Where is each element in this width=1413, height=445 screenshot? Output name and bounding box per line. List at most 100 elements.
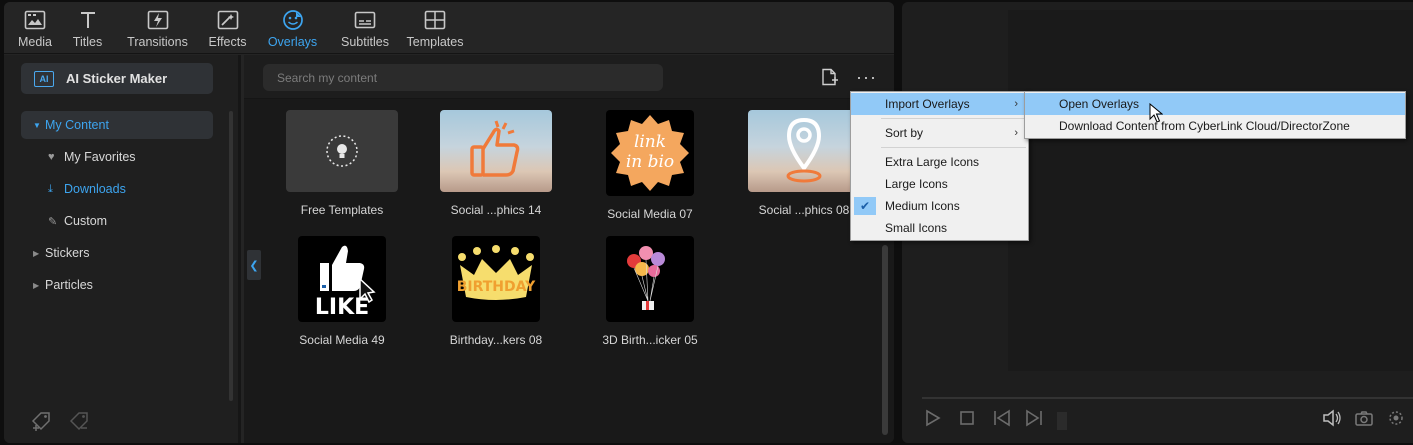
checkmark-icon: ✔ [854,197,876,215]
library-panel: Media Titles Transitions Effects Overlay… [4,2,894,443]
crown-icon: BIRTHDAY [457,245,536,300]
library-item[interactable]: Social ...phics 14 [431,110,561,217]
tab-subtitles[interactable]: Subtitles [330,2,400,54]
transitions-icon [146,8,170,32]
room-tabs: Media Titles Transitions Effects Overlay… [4,2,894,54]
play-icon[interactable] [925,409,941,432]
menu-item-label: Medium Icons [885,199,960,213]
library-item[interactable]: LIKE Social Media 49 [277,236,407,347]
sidebar-scrollbar[interactable] [229,111,233,401]
content-area: ··· ❮ Free Templates Social ...phics 14 … [244,55,894,443]
menu-item-label: Large Icons [885,177,948,191]
menu-item-label: Sort by [885,126,924,140]
item-caption: Social Media 07 [607,207,693,221]
library-item[interactable]: BIRTHDAY Birthday...kers 08 [431,236,561,347]
next-frame-icon[interactable] [1024,409,1044,432]
tag-buttons [30,411,92,438]
ai-sticker-maker-button[interactable]: AI AI Sticker Maker [21,63,213,94]
item-caption: Social ...phics 14 [450,203,542,217]
tree-stickers[interactable]: ▶ Stickers [21,239,213,267]
tree-particles[interactable]: ▶ Particles [21,271,213,299]
collapse-sidebar-button[interactable]: ❮ [247,250,261,280]
app-window: Media Titles Transitions Effects Overlay… [0,0,1413,445]
tree-particles-label: Particles [45,278,93,292]
tab-media-label: Media [17,35,53,49]
tree-my-content[interactable]: ▼ My Content [21,111,213,139]
library-sidebar: AI AI Sticker Maker ▼ My Content ♥ My Fa… [4,55,241,443]
tree-my-favorites[interactable]: ♥ My Favorites [21,143,213,171]
menu-item-small-icons[interactable]: Small Icons [851,217,1028,239]
badge-text-line2: in bio [626,152,674,172]
tab-overlays-label: Overlays [267,35,318,49]
download-icon: ⤓ [48,182,53,195]
remove-tag-icon[interactable] [68,411,92,438]
free-templates-thumbnail [286,110,398,192]
effects-icon [216,8,240,32]
menu-item-medium-icons[interactable]: ✔ Medium Icons [851,195,1028,217]
menu-item-large-icons[interactable]: Large Icons [851,173,1028,195]
balloons-thumbnail [606,236,694,322]
menu-separator [881,147,1026,148]
snapshot-icon[interactable] [1354,409,1374,432]
ai-icon: AI [34,70,54,87]
new-file-icon[interactable] [820,68,838,91]
pencil-icon: ✎ [48,215,58,228]
library-item[interactable]: 3D Birth...icker 05 [585,236,715,347]
birthday-crown-thumbnail: BIRTHDAY [452,236,540,322]
menu-item-import-overlays[interactable]: Import Overlays › [851,93,1028,115]
submenu-arrow-icon: › [1014,127,1018,139]
tree-custom-label: Custom [64,214,108,228]
badge-text-line1: link [634,132,666,152]
chevron-left-icon: ❮ [249,259,259,272]
tab-effects[interactable]: Effects [200,2,255,54]
tree-custom[interactable]: ✎ Custom [21,207,213,235]
ai-sticker-maker-label: AI Sticker Maker [66,71,168,86]
menu-item-label: Small Icons [885,221,948,235]
search-input[interactable] [263,64,663,91]
location-pin-icon [786,117,822,183]
content-toolbar: ··· [244,55,894,99]
tab-subtitles-label: Subtitles [341,35,389,49]
subtitles-icon [353,8,377,32]
overlays-icon [281,8,305,32]
titles-icon [76,8,100,32]
bulb-icon [326,135,358,167]
add-tag-icon[interactable] [30,411,54,438]
menu-item-label: Import Overlays [885,97,970,111]
menu-item-open-overlays[interactable]: Open Overlays [1025,93,1405,115]
menu-item-download-content[interactable]: Download Content from CyberLink Cloud/Di… [1025,115,1405,137]
previous-frame-icon[interactable] [992,409,1012,432]
like-thumbnail: LIKE [298,236,386,322]
playback-controls [902,409,1413,439]
preview-timeline[interactable] [922,397,1413,399]
menu-item-label: Extra Large Icons [885,155,980,169]
import-overlays-submenu: Open Overlays Download Content from Cybe… [1024,91,1406,139]
templates-icon [423,8,447,32]
tab-overlays[interactable]: Overlays [255,2,330,54]
item-caption: Birthday...kers 08 [449,333,543,347]
tab-titles[interactable]: Titles [60,2,115,54]
like-thumb-icon: LIKE [315,245,376,319]
birthday-text: BIRTHDAY [457,279,536,295]
menu-item-sort-by[interactable]: Sort by › [851,122,1028,144]
tab-transitions[interactable]: Transitions [115,2,200,54]
more-options-icon[interactable]: ··· [856,67,877,88]
item-caption: 3D Birth...icker 05 [602,333,698,347]
volume-icon[interactable] [1322,409,1342,432]
library-item[interactable]: Free Templates [277,110,407,217]
tree-downloads[interactable]: ⤓ Downloads [21,175,213,203]
tree-my-content-label: My Content [45,118,109,132]
tab-templates[interactable]: Templates [400,2,470,54]
tab-media[interactable]: Media [10,2,60,54]
location-pin-thumbnail [748,110,860,192]
menu-item-extra-large-icons[interactable]: Extra Large Icons [851,151,1028,173]
stop-icon[interactable] [959,409,975,432]
tree-stickers-label: Stickers [45,246,90,260]
preview-quality-icon[interactable] [1386,409,1406,432]
library-item[interactable]: link in bio Social Media 07 [585,110,715,221]
heart-icon: ♥ [48,151,55,163]
tab-titles-label: Titles [72,35,103,49]
menu-item-label: Open Overlays [1059,97,1140,111]
link-in-bio-thumbnail: link in bio [606,110,694,196]
content-scrollbar[interactable] [882,245,888,435]
